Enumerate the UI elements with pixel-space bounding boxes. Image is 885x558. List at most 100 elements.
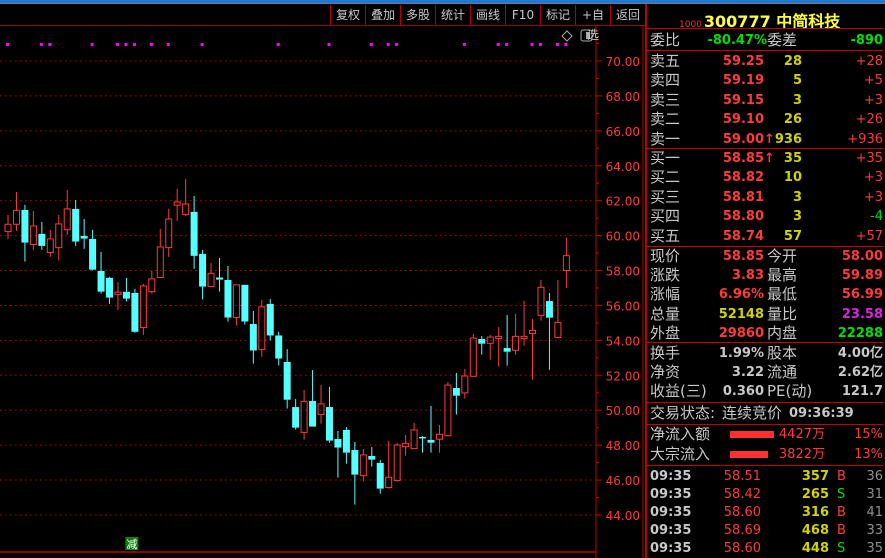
status-value: 连续竞价 (722, 404, 783, 422)
candle (435, 425, 443, 453)
candle (80, 219, 88, 249)
arrow-up-icon: ↑ (764, 151, 775, 166)
fund-value: 121.7 (841, 384, 883, 400)
quote-panel: 1000 300777 中简科技 委比 -80.47% 委差 -890 卖五 59.… (645, 4, 885, 558)
signal-dot (166, 43, 170, 46)
candle-body (419, 436, 427, 439)
tick-price: 58.60 (723, 505, 761, 520)
level-price: 58.82 (722, 170, 764, 186)
tick-side: B (837, 469, 846, 484)
quote-row: 涨幅 6.96% 最低 56.99 (647, 285, 885, 304)
candle (190, 195, 198, 269)
level-volume: 3 (792, 92, 802, 108)
fund-label: 收益(三) (650, 382, 707, 401)
level-label: 买一 (650, 149, 681, 167)
candle (300, 389, 308, 440)
candle-body (46, 238, 54, 254)
candle (216, 257, 223, 292)
asks-row: 卖一 59.00 ↑ 936 +936 (647, 130, 885, 149)
candle (199, 249, 207, 300)
weidiff-value: -890 (850, 33, 883, 48)
level-label: 卖一 (650, 129, 681, 148)
toolbar-button-0[interactable]: 复权 (330, 5, 365, 25)
flow-bar (730, 450, 768, 458)
signal-dot (149, 43, 153, 46)
candle-body (300, 400, 308, 433)
tick-volume: 316 (801, 505, 829, 520)
signal-dot (132, 43, 136, 46)
tick-price: 58.69 (723, 523, 761, 538)
candle (139, 283, 147, 335)
candle-body (275, 335, 283, 359)
tick-price: 58.60 (723, 541, 761, 556)
candle (368, 447, 376, 467)
candle-body (156, 246, 164, 279)
diamond-icon[interactable] (561, 30, 573, 42)
candle-body (182, 203, 190, 216)
bids-row: 买五 58.74 57 +57 (647, 227, 885, 246)
toolbar-button-3[interactable]: 统计 (435, 5, 470, 25)
candle-body (537, 286, 545, 316)
level-label: 卖四 (650, 71, 681, 90)
bids-row: 买一 58.85 ↑ 35 +35 (647, 149, 885, 168)
tick-time: 09:35 (650, 523, 692, 538)
toolbar-button-6[interactable]: 标记 (540, 5, 575, 25)
level-change: +3 (863, 170, 883, 186)
candle (207, 262, 215, 288)
tick-volume: 357 (801, 469, 829, 484)
candle (393, 443, 401, 482)
candle (275, 331, 283, 366)
candle-body (393, 444, 401, 482)
fund-value: 1.99% (718, 346, 764, 361)
candle-body (427, 439, 435, 443)
level-volume: 57 (783, 228, 802, 244)
candle-body (224, 279, 232, 318)
quote-label: 外盘 (650, 323, 681, 342)
y-tick-label: 66.00 (606, 125, 640, 139)
candle-body (72, 208, 80, 242)
quote-label: 最低 (767, 285, 798, 304)
level-change: +5 (863, 73, 883, 89)
toolbar-button-4[interactable]: 画线 (470, 5, 505, 25)
toolbar-button-7[interactable]: +自选 (575, 5, 610, 42)
candle (537, 279, 545, 321)
quote-value: 52148 (718, 306, 764, 322)
candle (495, 327, 503, 367)
signal-dot (369, 43, 373, 46)
candle-body (139, 285, 147, 329)
level-change: +28 (855, 54, 883, 69)
signal-dot (496, 43, 500, 46)
tick-volume: 265 (801, 487, 829, 502)
signal-dot (530, 43, 534, 46)
candle-body (512, 335, 520, 351)
level-volume: 936 (774, 131, 802, 147)
signal-dot (39, 43, 43, 46)
candle-body (97, 270, 105, 292)
asks-row: 卖四 59.19 5 +5 (647, 71, 885, 90)
candle-body (232, 284, 240, 318)
candle (97, 251, 105, 294)
tick-side: S (837, 487, 846, 502)
fundamental-row: 收益(三) 0.360 PE(动) 121.7 (647, 382, 885, 401)
toolbar-button-2[interactable]: 多股 (400, 5, 435, 25)
candle-body (266, 303, 274, 336)
toolbar-button-5[interactable]: F10 (505, 5, 540, 25)
candle (72, 199, 80, 246)
candlestick-chart[interactable]: 70.00 68.00 66.00 64.00 62.00 60.00 58.00 56.00… (0, 0, 645, 558)
level-label: 卖三 (650, 90, 681, 109)
candle-body (368, 455, 376, 460)
signal-dot (386, 43, 390, 46)
flow-bar (730, 431, 774, 438)
quote-label: 最高 (767, 266, 798, 285)
candle (444, 381, 452, 437)
level-label: 买四 (650, 207, 681, 226)
toolbar-button-8[interactable]: 返回 (610, 5, 645, 25)
quote-value: 3.83 (731, 268, 764, 284)
candle-body (38, 233, 46, 246)
quote-value: 22288 (837, 325, 883, 341)
candle-body (520, 335, 528, 339)
candle-body (80, 235, 88, 239)
toolbar-button-1[interactable]: 叠加 (365, 5, 400, 25)
candle (486, 334, 494, 360)
level-label: 卖二 (650, 110, 681, 129)
